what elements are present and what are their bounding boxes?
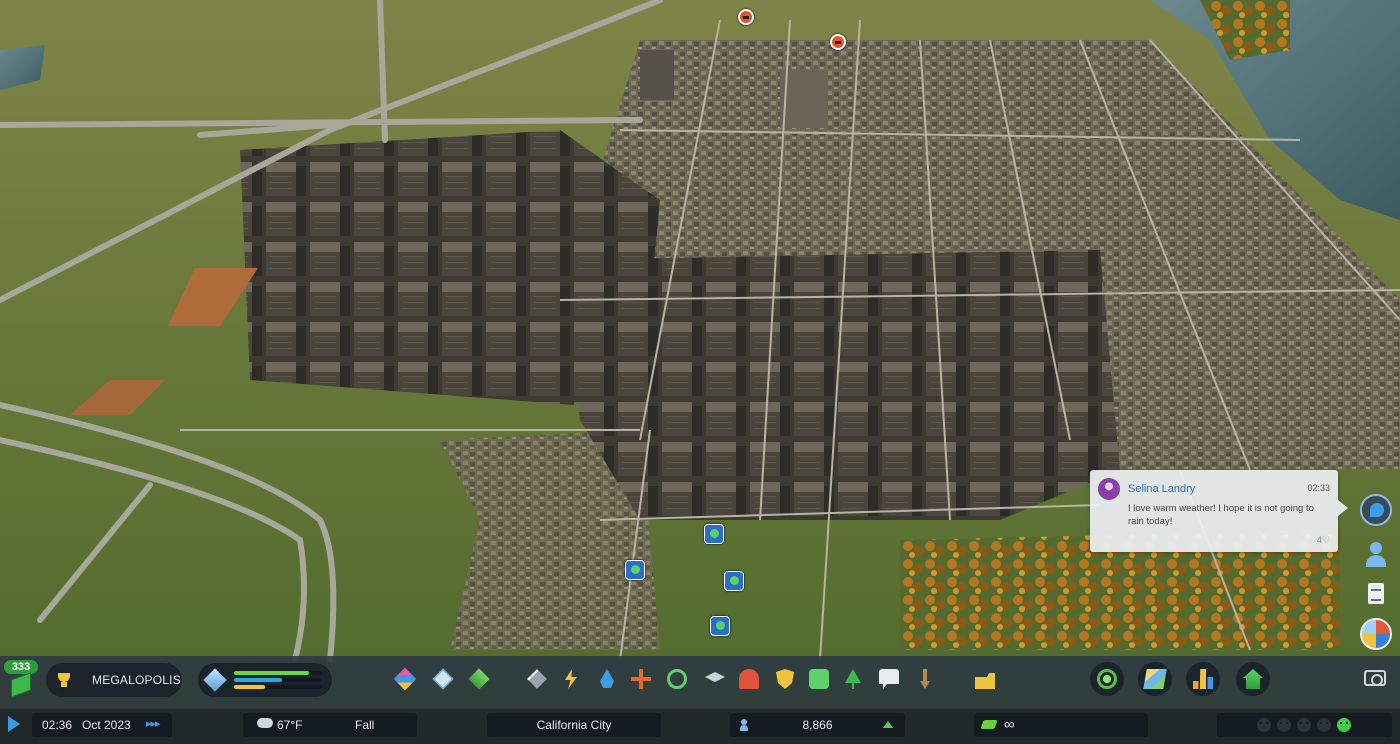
chirp-like-button[interactable]: 4♡ xyxy=(1317,535,1330,546)
roads-icon[interactable] xyxy=(524,666,550,692)
chirp-message: I love warm weather! I hope it is not go… xyxy=(1128,503,1314,527)
temperature: 67°F xyxy=(277,718,303,732)
service-request-icon[interactable] xyxy=(710,616,730,636)
zoning-glyph xyxy=(393,667,417,691)
service-request-icon[interactable] xyxy=(724,571,744,591)
police-glyph xyxy=(776,669,794,689)
education-icon[interactable] xyxy=(702,666,728,692)
city-services-icon[interactable] xyxy=(1236,662,1270,696)
progress-fill xyxy=(234,678,283,682)
statistics-icon[interactable] xyxy=(1186,662,1220,696)
game-date: Oct 2023 xyxy=(82,718,131,732)
sim-speed-button[interactable]: ▸▸▸ xyxy=(146,717,161,730)
city-name[interactable]: California City xyxy=(487,713,661,737)
play-pause-icon[interactable] xyxy=(8,716,20,732)
bulldozer-icon[interactable] xyxy=(972,666,998,692)
happiness-face-icon xyxy=(1277,718,1291,732)
xp-count: 333 xyxy=(4,660,38,674)
progress-bar xyxy=(234,685,322,689)
development-points-icon xyxy=(11,672,31,698)
landscaping-glyph xyxy=(468,668,490,690)
info-marker-icon[interactable] xyxy=(830,34,846,50)
health-icon[interactable] xyxy=(628,666,654,692)
service-request-icon[interactable] xyxy=(704,524,724,544)
landscaping-icon[interactable] xyxy=(466,666,492,692)
water-glyph xyxy=(600,669,614,688)
chirper-icon[interactable] xyxy=(1360,494,1392,526)
bulldozer-glyph xyxy=(975,673,995,689)
garbage-icon[interactable] xyxy=(664,666,690,692)
electricity-glyph xyxy=(565,669,577,689)
status-bar xyxy=(0,708,1400,744)
avatar xyxy=(1098,478,1120,500)
chirper-notification[interactable]: Selina Landry 02:33 I love warm weather!… xyxy=(1090,470,1348,552)
police-icon[interactable] xyxy=(772,666,798,692)
fire-glyph xyxy=(739,669,759,689)
population-value: 8,866 xyxy=(802,718,833,732)
money-icon xyxy=(980,720,998,729)
progression-icon xyxy=(203,668,227,692)
fire-icon[interactable] xyxy=(736,666,762,692)
chirp-author[interactable]: Selina Landry xyxy=(1128,483,1195,495)
progress-fill xyxy=(234,685,265,689)
money-value: ∞ xyxy=(1004,716,1015,733)
electricity-icon[interactable] xyxy=(558,666,584,692)
chirp-time: 02:33 xyxy=(1307,483,1330,493)
progression-button[interactable] xyxy=(198,663,332,697)
rain-cloud-icon xyxy=(257,718,273,728)
money-panel[interactable]: ∞ xyxy=(974,713,1148,737)
transportation-icon[interactable] xyxy=(806,666,832,692)
parks-glyph xyxy=(845,669,861,689)
water-icon[interactable] xyxy=(594,666,620,692)
city-map-icon[interactable] xyxy=(1138,662,1172,696)
happiness-panel[interactable] xyxy=(1217,713,1392,737)
garbage-glyph xyxy=(667,669,687,689)
education-glyph xyxy=(705,672,725,682)
population-panel[interactable]: 8,866 xyxy=(730,713,905,737)
journal-icon[interactable] xyxy=(1360,578,1392,610)
city-scene xyxy=(0,0,1400,744)
happiness-face-icon xyxy=(1337,718,1351,732)
service-request-icon[interactable] xyxy=(625,560,645,580)
time-panel[interactable]: 02:36 Oct 2023 ▸▸▸ xyxy=(32,713,172,737)
landmarks-glyph xyxy=(920,669,930,689)
progress-bar xyxy=(234,671,322,675)
photo-mode-icon[interactable] xyxy=(1364,670,1386,686)
economy-icon[interactable] xyxy=(1090,662,1124,696)
game-viewport[interactable] xyxy=(0,0,1400,744)
happiness-face-icon xyxy=(1297,718,1311,732)
info-marker-icon[interactable] xyxy=(738,9,754,25)
milestone-name: MEGALOPOLIS xyxy=(92,673,181,687)
happiness-face-icon xyxy=(1317,718,1331,732)
zoning-icon[interactable] xyxy=(392,666,418,692)
progress-fill xyxy=(234,671,309,675)
health-glyph xyxy=(631,669,651,689)
transportation-glyph xyxy=(809,669,829,689)
trend-up-icon xyxy=(883,721,893,728)
area-icon[interactable] xyxy=(430,666,456,692)
game-clock: 02:36 xyxy=(42,718,73,732)
radio-icon[interactable] xyxy=(1360,618,1392,650)
milestone-button[interactable]: MEGALOPOLIS xyxy=(46,663,182,697)
season: Fall xyxy=(355,718,375,732)
landmarks-icon[interactable] xyxy=(912,666,938,692)
trophy-icon xyxy=(54,670,74,690)
happiness-face-icon xyxy=(1257,718,1271,732)
heart-icon: ♡ xyxy=(1321,535,1330,545)
weather-panel[interactable]: 67°F Fall xyxy=(243,713,417,737)
parks-icon[interactable] xyxy=(840,666,866,692)
roads-glyph xyxy=(527,669,547,689)
communications-icon[interactable] xyxy=(876,666,902,692)
citizen-icon[interactable] xyxy=(1360,538,1392,570)
communications-glyph xyxy=(879,669,899,689)
xp-badge[interactable]: 333 xyxy=(4,660,38,698)
area-glyph xyxy=(432,668,454,690)
progress-bar xyxy=(234,678,322,682)
